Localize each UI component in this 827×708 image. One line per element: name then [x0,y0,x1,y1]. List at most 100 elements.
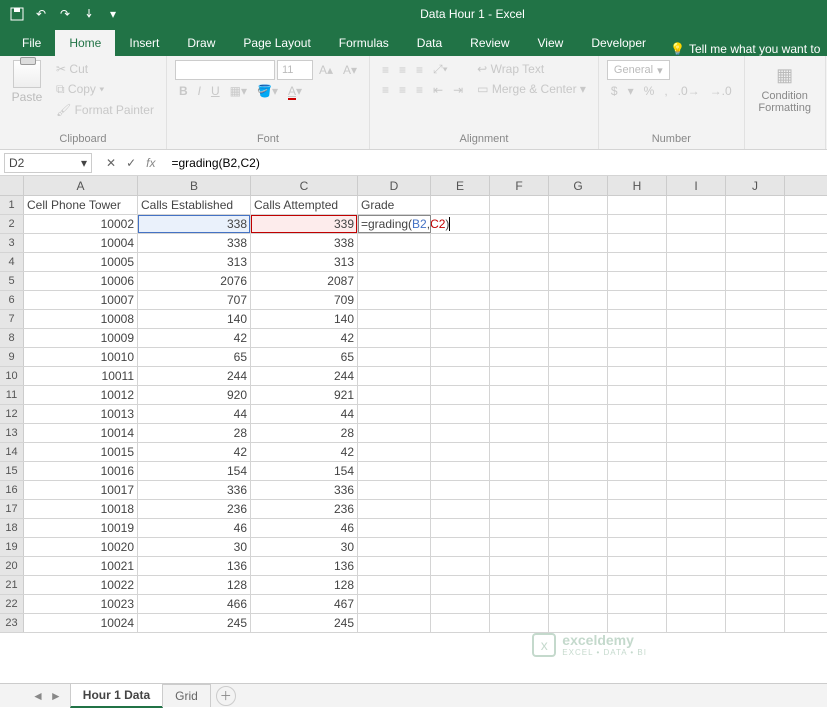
sheet-nav-prev-icon[interactable]: ◄ [32,689,44,703]
cell[interactable]: 136 [251,557,358,575]
cell[interactable] [608,481,667,499]
row-header[interactable]: 7 [0,310,24,328]
font-family-combo[interactable] [175,60,275,80]
cell[interactable] [667,367,726,385]
cell[interactable]: 10022 [24,576,138,594]
cell[interactable] [726,234,785,252]
cell[interactable]: 10010 [24,348,138,366]
cell[interactable] [431,386,490,404]
cell[interactable] [608,272,667,290]
undo-icon[interactable]: ↶ [30,3,52,25]
cell[interactable]: 10002 [24,215,138,233]
cell[interactable] [490,215,549,233]
cell[interactable] [431,557,490,575]
cell[interactable] [549,614,608,632]
cell[interactable] [726,443,785,461]
cell[interactable] [608,519,667,537]
cell[interactable] [490,196,549,214]
col-header-E[interactable]: E [431,176,490,195]
cancel-formula-icon[interactable]: ✕ [106,156,116,170]
cell[interactable]: 136 [138,557,251,575]
row-header[interactable]: 19 [0,538,24,556]
cell[interactable]: 339 [251,215,358,233]
cell[interactable] [490,595,549,613]
cell[interactable] [358,576,431,594]
row-header[interactable]: 14 [0,443,24,461]
cell[interactable] [667,234,726,252]
align-right-icon[interactable]: ≡ [412,81,427,99]
cell[interactable]: 10005 [24,253,138,271]
cell[interactable] [726,291,785,309]
increase-font-icon[interactable]: A▴ [315,61,337,79]
cell[interactable]: 10004 [24,234,138,252]
tab-view[interactable]: View [524,30,578,56]
cell[interactable] [726,253,785,271]
sheet-nav-next-icon[interactable]: ► [50,689,62,703]
cell[interactable] [490,367,549,385]
cell[interactable] [667,196,726,214]
cell[interactable] [549,424,608,442]
cell[interactable] [490,481,549,499]
cell[interactable] [490,272,549,290]
cell[interactable]: 42 [251,329,358,347]
row-header[interactable]: 23 [0,614,24,632]
cell[interactable] [358,462,431,480]
cell[interactable] [726,557,785,575]
col-header-A[interactable]: A [24,176,138,195]
row-header[interactable]: 2 [0,215,24,233]
align-bottom-icon[interactable]: ≡ [412,61,427,79]
cell[interactable]: 65 [251,348,358,366]
align-middle-icon[interactable]: ≡ [395,61,410,79]
cell[interactable] [431,291,490,309]
cell[interactable] [608,386,667,404]
cell[interactable] [726,215,785,233]
cell[interactable] [726,538,785,556]
cell[interactable]: 2076 [138,272,251,290]
cell[interactable]: 10021 [24,557,138,575]
cell[interactable] [549,557,608,575]
cell[interactable] [549,538,608,556]
cell[interactable] [549,329,608,347]
cell[interactable] [667,310,726,328]
fx-icon[interactable]: fx [146,156,155,170]
wrap-text-button[interactable]: ↩ Wrap Text [473,60,590,78]
cell[interactable] [549,386,608,404]
underline-button[interactable]: U [207,82,224,100]
cell[interactable] [608,234,667,252]
row-header[interactable]: 10 [0,367,24,385]
name-box[interactable]: D2 ▾ [4,153,92,173]
row-header[interactable]: 5 [0,272,24,290]
active-cell[interactable]: =grading(B2,C2) [358,215,431,233]
cell[interactable] [358,424,431,442]
cell[interactable]: 10015 [24,443,138,461]
cell[interactable]: 42 [138,443,251,461]
cell[interactable] [549,500,608,518]
cell[interactable] [549,519,608,537]
cell[interactable] [358,234,431,252]
orientation-icon[interactable]: ⤢▾ [429,60,452,79]
row-header[interactable]: 6 [0,291,24,309]
cell[interactable] [490,424,549,442]
cell[interactable] [431,234,490,252]
cell[interactable] [726,576,785,594]
cell[interactable] [549,234,608,252]
cell[interactable] [667,614,726,632]
cell[interactable] [608,348,667,366]
cell[interactable] [608,310,667,328]
cell[interactable] [549,405,608,423]
cell[interactable] [667,462,726,480]
cell[interactable] [608,405,667,423]
cell[interactable]: 10013 [24,405,138,423]
tab-draw[interactable]: Draw [173,30,229,56]
save-icon[interactable] [6,3,28,25]
col-header-I[interactable]: I [667,176,726,195]
cell[interactable]: 154 [138,462,251,480]
cell[interactable] [667,443,726,461]
cell[interactable] [431,614,490,632]
cell[interactable] [358,519,431,537]
cell[interactable]: 10023 [24,595,138,613]
percent-button[interactable]: % [640,82,659,100]
comma-button[interactable]: , [660,82,671,100]
cell[interactable] [431,538,490,556]
cell[interactable] [431,348,490,366]
